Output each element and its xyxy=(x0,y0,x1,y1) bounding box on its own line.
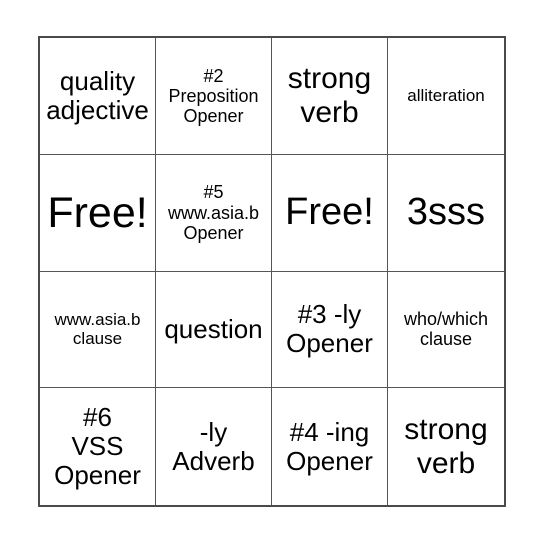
bingo-cell-r3-c4[interactable]: who/which clause xyxy=(388,272,504,389)
bingo-card-grid: quality adjective #2 Preposition Opener st… xyxy=(38,36,506,507)
bingo-cell-r4-c4[interactable]: strong verb xyxy=(388,388,504,505)
bingo-cell-r1-c3[interactable]: strong verb xyxy=(272,38,388,155)
bingo-cell-r1-c1[interactable]: quality adjective xyxy=(40,38,156,155)
bingo-cell-r2-c1[interactable]: Free! xyxy=(40,154,156,272)
bingo-cell-r1-c4[interactable]: alliteration xyxy=(388,38,504,155)
bingo-cell-r4-c3[interactable]: #4 -ing Opener xyxy=(272,388,388,505)
bingo-cell-r3-c3[interactable]: #3 -ly Opener xyxy=(272,271,388,389)
bingo-cell-r2-c4[interactable]: 3sss xyxy=(388,155,504,272)
bingo-cell-r3-c2[interactable]: question xyxy=(156,271,272,389)
bingo-cell-r1-c2[interactable]: #2 Preposition Opener xyxy=(156,38,272,155)
bingo-cell-r2-c3[interactable]: Free! xyxy=(272,154,388,272)
bingo-cell-r4-c2[interactable]: -ly Adverb xyxy=(156,388,272,505)
bingo-cell-r2-c2[interactable]: #5 www.asia.b Opener xyxy=(156,154,272,272)
bingo-cell-r3-c1[interactable]: www.asia.b clause xyxy=(40,271,156,389)
bingo-cell-r4-c1[interactable]: #6 VSS Opener xyxy=(40,388,156,505)
